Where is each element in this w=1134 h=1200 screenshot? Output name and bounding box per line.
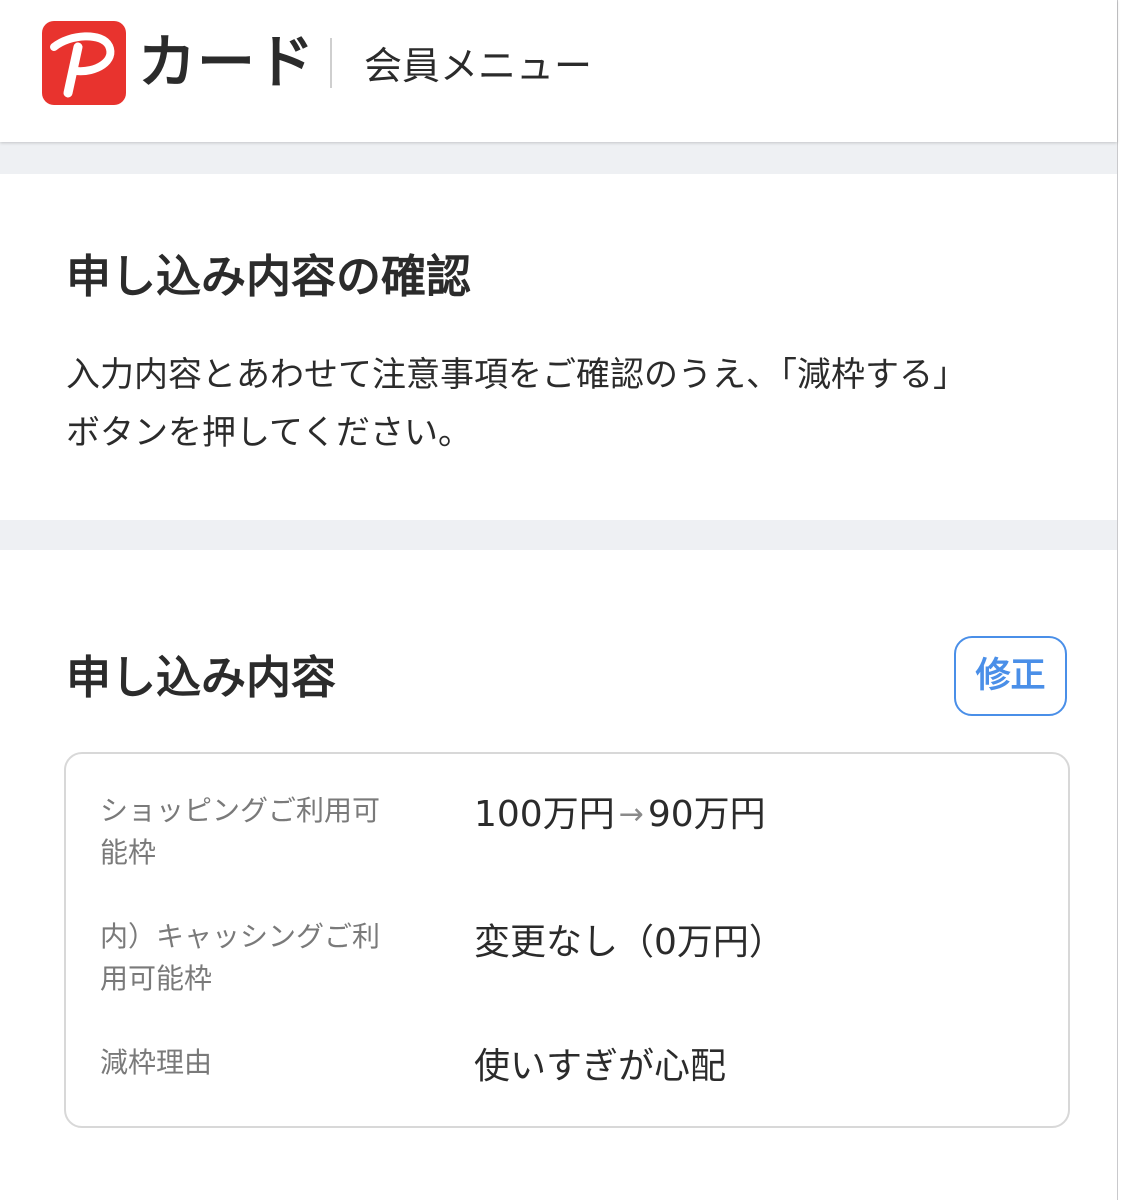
label-line: 内）キャッシングご利: [100, 920, 381, 953]
confirm-description-line: 入力内容とあわせて注意事項をご確認のうえ、「減枠する」: [66, 355, 967, 395]
label-line: 能枠: [100, 836, 157, 869]
arrow-right-icon: →: [618, 797, 644, 832]
limit-after: 90万円: [647, 794, 766, 835]
confirm-description: 入力内容とあわせて注意事項をご確認のうえ、「減枠する」 ボタンを押してください。: [66, 346, 1066, 462]
app-header: カード 会員メニュー: [0, 0, 1117, 142]
limit-before: 100万円: [474, 794, 615, 835]
cashing-limit-label: 内）キャッシングご利 用可能枠: [100, 916, 400, 1000]
header-divider: [330, 38, 332, 88]
shopping-limit-label: ショッピングご利用可 能枠: [100, 790, 400, 874]
label-line: 減枠理由: [100, 1046, 213, 1079]
brand-label: カード: [138, 28, 316, 96]
content-section-title: 申し込み内容: [66, 651, 337, 704]
label-line: 用可能枠: [100, 962, 213, 995]
reduction-reason-label: 減枠理由: [100, 1042, 400, 1084]
cashing-limit-value: 変更なし（0万円）: [474, 922, 785, 963]
section-separator: [0, 142, 1117, 174]
application-details-card: ショッピングご利用可 能枠 100万円 → 90万円 内）キャッシングご利 用可能枠…: [64, 752, 1070, 1128]
edit-button[interactable]: 修正: [954, 636, 1067, 716]
scrollbar-track[interactable]: [1118, 0, 1134, 1200]
shopping-limit-value: 100万円 → 90万円: [474, 792, 766, 838]
member-menu-link[interactable]: 会員メニュー: [364, 40, 592, 92]
section-separator: [0, 520, 1117, 550]
confirm-description-line: ボタンを押してください。: [66, 413, 472, 453]
paypay-p-logo-icon: [42, 21, 126, 105]
label-line: ショッピングご利用可: [100, 794, 381, 827]
confirm-section-title: 申し込み内容の確認: [66, 250, 472, 303]
reduction-reason-value: 使いすぎが心配: [474, 1046, 727, 1087]
page: カード 会員メニュー 申し込み内容の確認 入力内容とあわせて注意事項をご確認のう…: [0, 0, 1117, 1200]
